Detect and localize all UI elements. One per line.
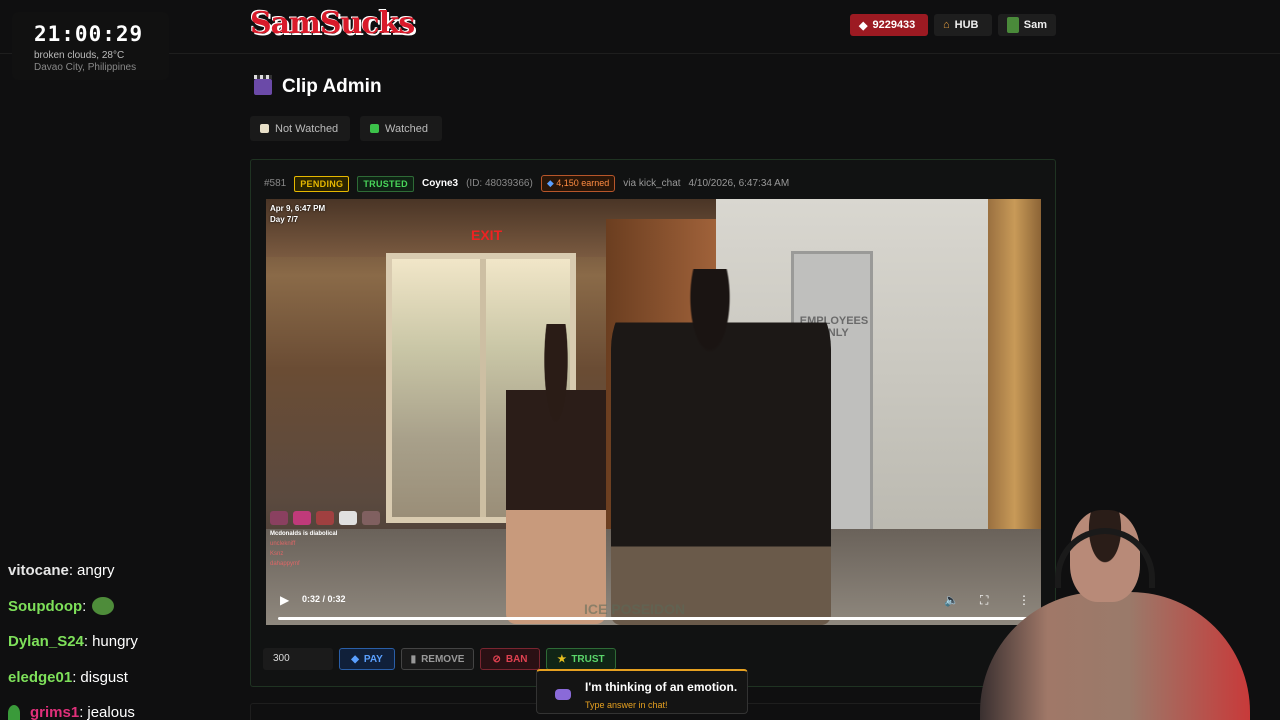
video-chat-user: Ksnz [270, 551, 284, 557]
video-date: Apr 9, 6:47 PM [270, 204, 326, 213]
webcam-overlay [975, 510, 1255, 720]
checkbox-icon [370, 124, 379, 133]
home-icon: ⌂ [943, 19, 950, 31]
clip-card: #581 PENDING TRUSTED Coyne3 (ID: 4803936… [250, 159, 1056, 687]
toast-title: I'm thinking of an emotion. [585, 680, 738, 694]
username-label: Sam [1023, 19, 1047, 31]
video-chat-user: unclekniff [270, 541, 296, 547]
video-progress-bar[interactable] [278, 617, 1028, 620]
gem-icon: ◆ [546, 178, 554, 188]
video-day: Day 7/7 [270, 215, 299, 224]
clock-weather: broken clouds, 28°C [34, 50, 125, 61]
chat-line: eledge01: disgust [8, 668, 128, 686]
plant-icon [8, 704, 20, 720]
pepe-emote-icon [92, 597, 115, 616]
toast-subtitle: Type answer in chat! [585, 700, 668, 710]
clip-user-id: (ID: 48039366) [466, 178, 533, 189]
video-person-man [611, 269, 831, 625]
video-chat-line: Mcdonalds is diabolical [270, 531, 338, 537]
status-badge: PENDING [294, 175, 350, 192]
volume-icon[interactable]: 🔈 [944, 593, 959, 607]
star-icon: ★ [557, 653, 567, 665]
gamepad-icon [555, 689, 571, 700]
earned-badge: ◆ 4,150 earned [540, 175, 616, 192]
emote-icon [270, 511, 288, 525]
site-logo[interactable]: SamSucks [250, 6, 415, 41]
chat-line: Soupdoop: [8, 589, 138, 625]
clock-location: Davao City, Philippines [34, 62, 137, 73]
coin-balance-button[interactable]: ◆ 9229433 [850, 14, 928, 36]
hub-label: HUB [954, 19, 979, 31]
chat-message: jealous [87, 704, 135, 720]
user-menu-button[interactable]: Sam [998, 14, 1056, 36]
webcam-body [980, 592, 1250, 720]
video-person-woman [506, 324, 606, 624]
clip-number: #581 [264, 178, 287, 189]
clip-username[interactable]: Coyne3 [422, 178, 458, 189]
chat-message: hungry [92, 633, 138, 651]
earned-amount: 4,150 earned [556, 178, 610, 188]
play-icon[interactable]: ▶ [280, 593, 289, 607]
clapperboard-icon [254, 75, 272, 95]
chat-line: Dylan_S24: hungry [8, 633, 138, 651]
trash-icon: ▮ [410, 653, 417, 665]
hub-button[interactable]: ⌂ HUB [934, 14, 992, 36]
video-controls: ▶ 0:32 / 0:32 🔈 ⛶ ⋮ [266, 587, 1041, 625]
chat-line: grims1: jealous [8, 695, 138, 720]
avatar [1007, 17, 1019, 33]
page-title: Clip Admin [282, 76, 382, 97]
clip-timestamp: 4/10/2026, 6:47:34 AM [688, 178, 790, 189]
pay-button[interactable]: ◆ PAY [339, 648, 395, 670]
video-chat-user: dahappymf [270, 561, 300, 567]
page: SamSucks ◆ 9229433 ⌂ HUB Sam 21:00:29 br… [0, 0, 1280, 720]
ban-button[interactable]: ⊘ BAN [480, 648, 540, 670]
video-player[interactable]: EXIT EMPLOYEES ONLY Apr 9, 6:47 PM Day 7… [266, 199, 1041, 625]
trust-button[interactable]: ★ TRUST [546, 648, 616, 670]
tab-not-watched[interactable]: Not Watched [250, 116, 350, 141]
notepad-icon [260, 124, 269, 133]
ban-label: BAN [505, 653, 528, 665]
trusted-badge: TRUSTED [357, 175, 414, 192]
emotion-game-toast: I'm thinking of an emotion. Type answer … [536, 669, 748, 714]
ban-icon: ⊘ [492, 653, 501, 665]
gem-icon: ◆ [859, 19, 868, 32]
emote-icon [293, 511, 311, 525]
chat-username: vitocane [8, 562, 69, 580]
gem-icon: ◆ [351, 653, 359, 665]
video-time: 0:32 / 0:32 [302, 594, 346, 604]
chat-message: disgust [80, 668, 128, 686]
clip-meta: #581 PENDING TRUSTED Coyne3 (ID: 4803936… [264, 175, 789, 192]
chat-line: vitocane: angry [8, 562, 115, 580]
chat-username: Dylan_S24 [8, 633, 84, 651]
coin-balance: 9229433 [872, 19, 916, 31]
clock-widget: 21:00:29 broken clouds, 28°C Davao City,… [12, 12, 169, 80]
video-exit-sign: EXIT [471, 227, 503, 243]
amount-input[interactable]: 300 [263, 648, 333, 670]
emote-icon [316, 511, 334, 525]
video-date-overlay: Apr 9, 6:47 PM Day 7/7 [270, 203, 325, 225]
chat-username: eledge01 [8, 668, 73, 686]
clock-time: 21:00:29 [34, 22, 144, 46]
tab-label: Not Watched [275, 122, 339, 135]
chat-message: angry [77, 562, 115, 580]
pay-label: PAY [363, 653, 383, 665]
top-bar: SamSucks ◆ 9229433 ⌂ HUB Sam [0, 0, 1280, 54]
clip-source: via kick_chat [623, 178, 681, 189]
chat-username: Soupdoop [8, 597, 83, 615]
chat-username: grims1 [30, 704, 80, 720]
stream-chat-overlay: vitocane: angry Soupdoop: Dylan_S24: hun… [8, 553, 138, 720]
trust-label: TRUST [571, 653, 605, 665]
page-title-row: Clip Admin [254, 75, 382, 98]
video-emote-row [270, 511, 430, 525]
remove-button[interactable]: ▮ REMOVE [401, 648, 474, 670]
tab-watched[interactable]: Watched [360, 116, 442, 141]
emote-icon [362, 511, 380, 525]
remove-label: REMOVE [421, 653, 465, 665]
tab-label: Watched [385, 122, 429, 135]
headset-icon [1055, 528, 1155, 588]
emote-icon [339, 511, 357, 525]
